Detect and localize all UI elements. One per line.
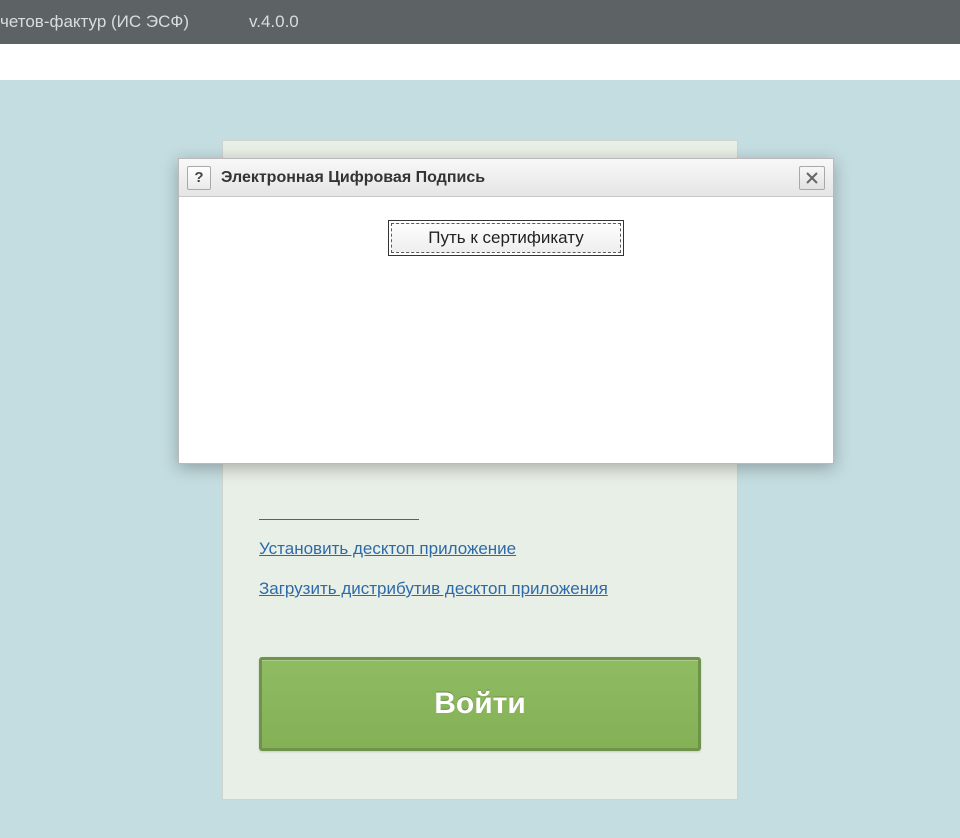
certificate-path-button-label: Путь к сертификату <box>428 228 583 247</box>
close-icon <box>806 172 818 184</box>
certificate-path-button[interactable]: Путь к сертификату <box>391 223 620 253</box>
download-distributive-link[interactable]: Загрузить дистрибутив десктоп приложения <box>259 579 608 599</box>
digital-signature-dialog: ? Электронная Цифровая Подпись Путь к се… <box>178 158 834 464</box>
install-desktop-link[interactable]: Установить десктоп приложение <box>259 539 516 559</box>
close-button[interactable] <box>799 166 825 190</box>
top-bar: четов-фактур (ИС ЭСФ) v.4.0.0 <box>0 0 960 44</box>
login-links-group: Установить десктоп приложение Загрузить … <box>259 539 608 599</box>
login-button[interactable]: Войти <box>259 657 701 751</box>
white-band <box>0 44 960 80</box>
help-button[interactable]: ? <box>187 166 211 190</box>
dialog-titlebar[interactable]: ? Электронная Цифровая Подпись <box>179 159 833 197</box>
help-icon: ? <box>194 169 203 186</box>
app-version: v.4.0.0 <box>249 12 299 32</box>
login-button-label: Войти <box>434 687 526 721</box>
dialog-title: Электронная Цифровая Подпись <box>221 169 789 187</box>
dialog-body: Путь к сертификату <box>179 197 833 253</box>
main-stage: Установить десктоп приложение Загрузить … <box>0 80 960 838</box>
partial-link-underline <box>259 519 419 520</box>
app-title-fragment: четов-фактур (ИС ЭСФ) <box>0 12 189 32</box>
